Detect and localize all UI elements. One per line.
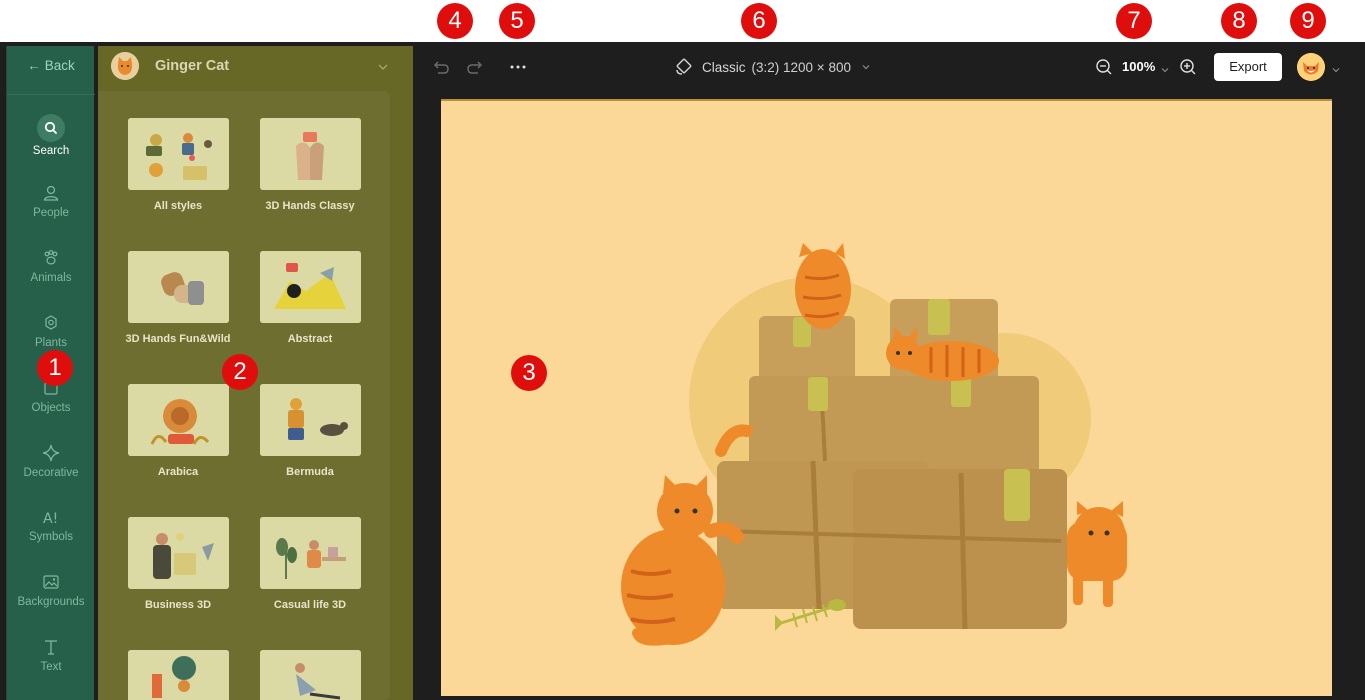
- paw-icon: [41, 248, 61, 268]
- number-marker: 9: [1290, 3, 1326, 39]
- nav-item-label: Symbols: [28, 531, 74, 543]
- chevron-down-icon[interactable]: [1160, 62, 1170, 80]
- style-card-arabica[interactable]: Arabica: [112, 384, 244, 478]
- style-grid: All styles 3D Hands Classy 3D Hands Fun&…: [98, 91, 390, 700]
- nav-item-label: Animals: [30, 272, 72, 284]
- top-white-band: [0, 0, 1365, 42]
- style-card-all-styles[interactable]: All styles: [112, 118, 244, 212]
- export-button[interactable]: Export: [1214, 53, 1282, 81]
- style-card-3d-hands-classy[interactable]: 3D Hands Classy: [244, 118, 376, 212]
- style-thumbnail: [259, 517, 361, 589]
- nav-item-label: Text: [40, 661, 62, 673]
- chevron-down-icon: [861, 60, 871, 75]
- top-toolbar: Classic (3:2) 1200 × 800 100% Export: [415, 42, 1365, 92]
- cats-on-boxes-illustration: [621, 243, 1127, 646]
- style-card-label: All styles: [153, 200, 203, 212]
- style-thumbnail: [259, 384, 361, 456]
- design-canvas[interactable]: [441, 99, 1332, 696]
- app-screenshot: { "nav": { "back_label": "Back", "items"…: [0, 0, 1365, 700]
- nav-item-backgrounds[interactable]: Backgrounds: [7, 572, 95, 608]
- number-marker: 3: [511, 355, 547, 391]
- style-card-label: Abstract: [287, 333, 333, 345]
- nav-item-plants[interactable]: Plants: [7, 313, 95, 349]
- nav-item-search[interactable]: Search: [7, 114, 95, 157]
- style-thumbnail: [127, 650, 229, 700]
- number-marker: 7: [1116, 3, 1152, 39]
- nav-item-label: People: [33, 207, 69, 219]
- style-thumbnail: [259, 251, 361, 323]
- chevron-down-icon[interactable]: [1331, 62, 1341, 80]
- zoom-in-icon[interactable]: [1178, 57, 1198, 82]
- arrow-left-icon: ←: [27, 58, 41, 73]
- nav-divider: [7, 94, 95, 95]
- undo-icon[interactable]: [430, 57, 450, 82]
- nav-item-label: Plants: [35, 337, 67, 349]
- nav-item-animals[interactable]: Animals: [7, 248, 95, 284]
- preset-name: Classic: [702, 60, 746, 75]
- number-marker: 2: [222, 354, 258, 390]
- style-card-label: Casual life 3D: [273, 599, 347, 611]
- zoom-out-icon[interactable]: [1094, 57, 1114, 82]
- style-thumbnail: [127, 517, 229, 589]
- style-title: Ginger Cat: [155, 58, 230, 74]
- back-button[interactable]: ← Back: [7, 58, 95, 73]
- text-icon: [41, 637, 61, 657]
- style-card-label: Arabica: [157, 466, 199, 478]
- chevron-down-icon: [377, 60, 389, 72]
- number-marker: 5: [499, 3, 535, 39]
- number-marker: 4: [437, 3, 473, 39]
- style-thumbnail: [127, 118, 229, 190]
- canvas-size-selector[interactable]: Classic (3:2) 1200 × 800: [674, 56, 871, 78]
- nav-item-symbols[interactable]: A! Symbols: [7, 507, 95, 543]
- redo-icon[interactable]: [466, 57, 486, 82]
- user-avatar[interactable]: [1297, 53, 1325, 81]
- symbols-icon: A!: [41, 507, 61, 527]
- zoom-level[interactable]: 100%: [1122, 59, 1155, 74]
- preset-dimensions: (3:2) 1200 × 800: [751, 60, 851, 75]
- back-label: Back: [44, 58, 75, 73]
- nav-item-decorative[interactable]: Decorative: [7, 443, 95, 479]
- number-marker: 1: [37, 350, 73, 386]
- nav-item-label: Decorative: [23, 467, 79, 479]
- style-card-label: 3D Hands Fun&Wild: [125, 333, 231, 345]
- style-card-bermuda[interactable]: Bermuda: [244, 384, 376, 478]
- style-thumbnail: [127, 251, 229, 323]
- style-thumbnail: [259, 118, 361, 190]
- style-card-3d-hands-fun-wild[interactable]: 3D Hands Fun&Wild: [112, 251, 244, 345]
- style-card-casual-life-3d[interactable]: Casual life 3D: [244, 517, 376, 611]
- nav-item-label: Objects: [31, 402, 71, 414]
- rotate-icon: [674, 56, 694, 79]
- svg-text:A!: A!: [43, 511, 58, 527]
- style-card-partial[interactable]: [112, 650, 244, 700]
- style-card-label: Bermuda: [286, 466, 334, 478]
- number-marker: 8: [1221, 3, 1257, 39]
- style-card-business-3d[interactable]: Business 3D: [112, 517, 244, 611]
- more-options-icon[interactable]: [508, 57, 528, 82]
- search-icon: [37, 114, 65, 142]
- sparkle-icon: [41, 443, 61, 463]
- style-thumbnail: [259, 650, 361, 700]
- style-selector[interactable]: Ginger Cat: [98, 46, 413, 90]
- person-icon: [41, 183, 61, 203]
- nav-item-label: Backgrounds: [17, 596, 85, 608]
- number-marker: 6: [741, 3, 777, 39]
- style-card-label: 3D Hands Classy: [265, 200, 355, 212]
- nav-item-people[interactable]: People: [7, 183, 95, 219]
- nav-item-label: Search: [32, 145, 70, 157]
- style-card-label: Business 3D: [144, 599, 212, 611]
- flower-icon: [41, 313, 61, 333]
- ginger-cat-avatar: [111, 52, 139, 80]
- style-thumbnail: [127, 384, 229, 456]
- nav-item-text[interactable]: Text: [7, 637, 95, 673]
- style-card-partial[interactable]: [244, 650, 376, 700]
- style-card-abstract[interactable]: Abstract: [244, 251, 376, 345]
- image-icon: [41, 572, 61, 592]
